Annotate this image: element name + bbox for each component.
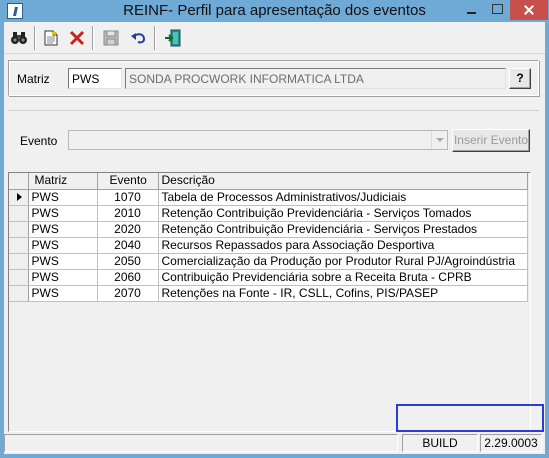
- matriz-label: Matriz: [17, 72, 50, 86]
- close-button[interactable]: [510, 0, 548, 20]
- exit-door-icon: [165, 29, 181, 47]
- maximize-button[interactable]: [485, 0, 509, 20]
- evento-label: Evento: [20, 134, 58, 148]
- table-header-row: Matriz Evento Descrição: [9, 173, 528, 190]
- evento-select[interactable]: [68, 130, 448, 150]
- status-bar: BUILD 2.29.0003: [4, 432, 545, 454]
- client-area: Matriz PWS SONDA PROCWORK INFORMATICA LT…: [4, 22, 545, 454]
- title-bar[interactable]: REINF- Perfil para apresentação dos even…: [0, 0, 549, 22]
- cell-evento[interactable]: 2040: [97, 237, 159, 254]
- cell-matriz[interactable]: PWS: [28, 189, 98, 206]
- cell-evento[interactable]: 2050: [97, 253, 159, 270]
- cell-evento[interactable]: 2060: [97, 269, 159, 286]
- cell-matriz[interactable]: PWS: [28, 205, 98, 222]
- table-row[interactable]: PWS 2070 Retenções na Fonte - IR, CSLL, …: [9, 285, 528, 302]
- table-row[interactable]: PWS 2010 Retenção Contribuição Previdenc…: [9, 205, 528, 222]
- toolbar: [4, 22, 545, 54]
- save-button[interactable]: [100, 27, 122, 49]
- status-message-panel: [4, 434, 398, 452]
- cell-matriz[interactable]: PWS: [28, 221, 98, 238]
- cell-matriz[interactable]: PWS: [28, 237, 98, 254]
- evento-group: Evento Inserir Evento: [8, 110, 539, 180]
- table-row[interactable]: PWS 1070 Tabela de Processos Administrat…: [9, 189, 528, 206]
- build-label: BUILD: [402, 434, 478, 452]
- cell-descricao[interactable]: Retenções na Fonte - IR, CSLL, Cofins, P…: [158, 285, 528, 302]
- help-button[interactable]: ?: [509, 68, 531, 89]
- cell-matriz[interactable]: PWS: [28, 253, 98, 270]
- row-indicator[interactable]: [9, 221, 29, 238]
- row-indicator[interactable]: [9, 269, 29, 286]
- cell-matriz[interactable]: PWS: [28, 269, 98, 286]
- table-row[interactable]: PWS 2020 Retenção Contribuição Previdenc…: [9, 221, 528, 238]
- delete-x-icon: [69, 30, 85, 46]
- events-table: Matriz Evento Descrição PWS 1070 Tabela …: [9, 173, 528, 302]
- matriz-name-field: SONDA PROCWORK INFORMATICA LTDA: [125, 68, 506, 89]
- new-document-icon: [44, 30, 58, 46]
- build-highlight-box: [396, 404, 544, 432]
- row-indicator[interactable]: [9, 205, 29, 222]
- cell-descricao[interactable]: Retenção Contribuição Previdenciária - S…: [158, 205, 528, 222]
- search-button[interactable]: [8, 27, 30, 49]
- delete-button[interactable]: [66, 27, 88, 49]
- row-indicator-header: [9, 173, 29, 190]
- exit-button[interactable]: [162, 27, 184, 49]
- build-version: 2.29.0003: [480, 434, 542, 452]
- events-grid: Matriz Evento Descrição PWS 1070 Tabela …: [8, 172, 531, 432]
- cell-descricao[interactable]: Retenção Contribuição Previdenciária - S…: [158, 221, 528, 238]
- matriz-code-field[interactable]: PWS: [68, 68, 122, 89]
- column-header-descricao[interactable]: Descrição: [158, 173, 528, 190]
- table-row[interactable]: PWS 2040 Recursos Repassados para Associ…: [9, 237, 528, 254]
- row-indicator[interactable]: [9, 237, 29, 254]
- app-window: REINF- Perfil para apresentação dos even…: [0, 0, 549, 458]
- save-disk-icon: [103, 30, 119, 46]
- row-indicator[interactable]: [9, 189, 29, 206]
- matriz-group: Matriz PWS SONDA PROCWORK INFORMATICA LT…: [8, 60, 539, 96]
- row-indicator[interactable]: [9, 285, 29, 302]
- insert-event-button[interactable]: Inserir Evento: [452, 129, 530, 152]
- cell-evento[interactable]: 2010: [97, 205, 159, 222]
- cell-evento[interactable]: 2070: [97, 285, 159, 302]
- cell-evento[interactable]: 2020: [97, 221, 159, 238]
- toolbar-separator: [154, 26, 156, 50]
- cell-descricao[interactable]: Comercialização da Produção por Produtor…: [158, 253, 528, 270]
- toolbar-separator: [34, 26, 36, 50]
- current-row-arrow-icon: [17, 192, 22, 201]
- column-header-matriz[interactable]: Matriz: [28, 173, 98, 190]
- cell-matriz[interactable]: PWS: [28, 285, 98, 302]
- table-row[interactable]: PWS 2050 Comercialização da Produção por…: [9, 253, 528, 270]
- row-indicator[interactable]: [9, 253, 29, 270]
- new-button[interactable]: [40, 27, 62, 49]
- toolbar-separator: [92, 26, 94, 50]
- binoculars-icon: [11, 32, 27, 44]
- cell-descricao[interactable]: Tabela de Processos Administrativos/Judi…: [158, 189, 528, 206]
- undo-icon: [131, 33, 146, 44]
- chevron-down-icon[interactable]: [431, 131, 447, 149]
- column-header-evento[interactable]: Evento: [97, 173, 159, 190]
- cell-evento[interactable]: 1070: [97, 189, 159, 206]
- cell-descricao[interactable]: Contribuição Previdenciária sobre a Rece…: [158, 269, 528, 286]
- cell-descricao[interactable]: Recursos Repassados para Associação Desp…: [158, 237, 528, 254]
- minimize-button[interactable]: [458, 0, 484, 20]
- undo-button[interactable]: [128, 27, 150, 49]
- table-row[interactable]: PWS 2060 Contribuição Previdenciária sob…: [9, 269, 528, 286]
